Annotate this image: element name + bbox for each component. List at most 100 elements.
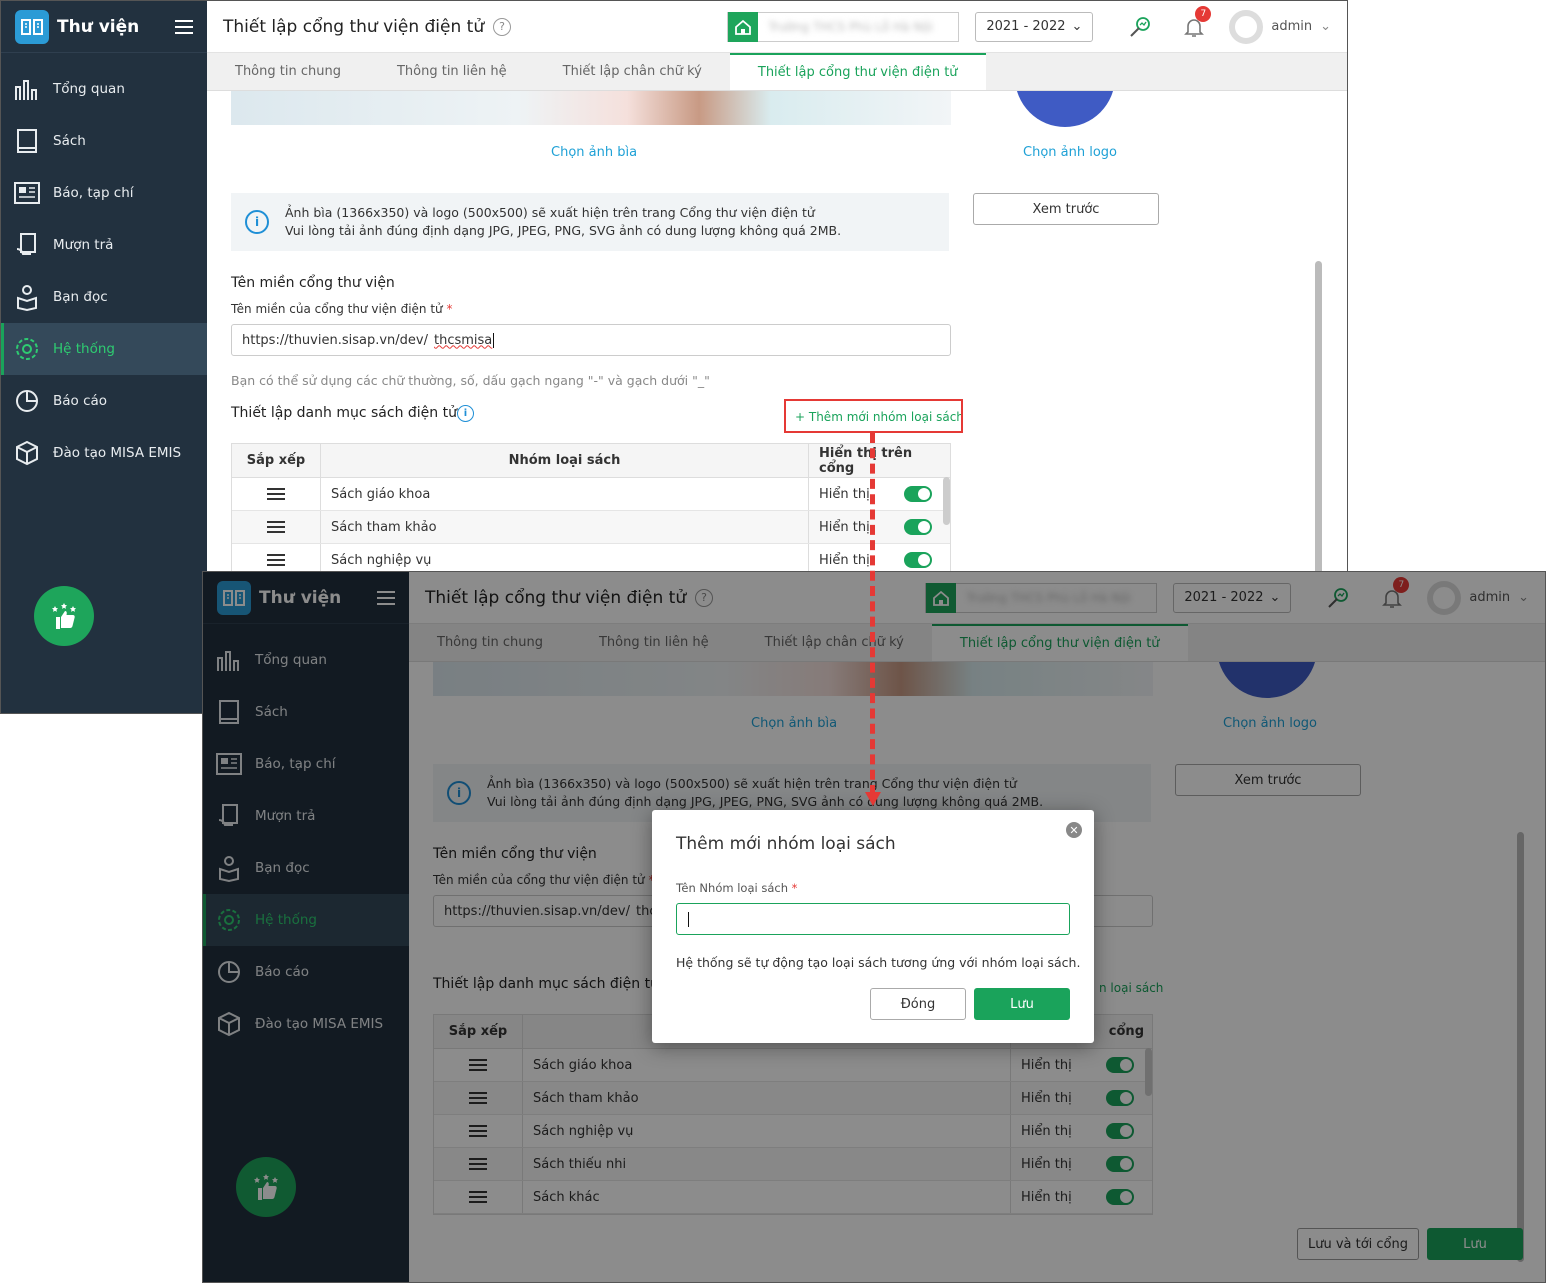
sidebar-item-overview[interactable]: Tổng quan: [1, 63, 207, 115]
top-bar: Thiết lập cổng thư viện điện tử ? Trường…: [207, 1, 1347, 53]
display-toggle[interactable]: [1106, 1057, 1134, 1073]
tab-signature[interactable]: Thiết lập chân chữ ký: [737, 624, 932, 661]
book-group-name-input[interactable]: [676, 903, 1070, 935]
feedback-thumbs-up-icon[interactable]: [34, 586, 94, 646]
choose-logo-link[interactable]: Chọn ảnh logo: [1023, 145, 1117, 160]
footer-save-button[interactable]: Lưu: [1427, 1228, 1523, 1260]
sidebar-item-magazines[interactable]: Báo, tạp chí: [1, 167, 207, 219]
help-icon[interactable]: ?: [493, 17, 512, 36]
sidebar-item-label: Sách: [255, 704, 288, 720]
menu-toggle-icon[interactable]: [377, 590, 395, 605]
table-scrollbar[interactable]: [1145, 1048, 1152, 1096]
choose-cover-link[interactable]: Chọn ảnh bìa: [551, 145, 637, 160]
domain-input[interactable]: https://thuvien.sisap.vn/dev/ thcsmisa: [231, 324, 951, 356]
choose-cover-link[interactable]: Chọn ảnh bìa: [751, 716, 837, 731]
tab-general-info[interactable]: Thông tin chung: [409, 624, 571, 661]
catalog-section-title: Thiết lập danh mục sách điện tử: [231, 405, 457, 421]
sidebar-item-readers[interactable]: Bạn đọc: [1, 271, 207, 323]
sidebar-item-system[interactable]: Hệ thống: [1, 323, 207, 375]
tab-general-info[interactable]: Thông tin chung: [207, 53, 369, 90]
display-toggle[interactable]: [1106, 1090, 1134, 1106]
preview-button[interactable]: Xem trước: [1175, 764, 1361, 796]
drag-handle-icon[interactable]: [469, 1125, 487, 1137]
info-icon[interactable]: i: [457, 405, 474, 422]
text-caret: [688, 912, 689, 927]
tab-library-portal[interactable]: Thiết lập cổng thư viện điện tử: [931, 624, 1188, 661]
menu-toggle-icon[interactable]: [175, 19, 193, 34]
user-name[interactable]: admin: [1469, 590, 1510, 605]
school-selector[interactable]: Trường THCS Phù Lỗ Hà Nội: [925, 582, 1158, 613]
choose-logo-link[interactable]: Chọn ảnh logo: [1223, 716, 1317, 731]
bell-icon[interactable]: 7: [1377, 576, 1410, 613]
table-scrollbar[interactable]: [943, 477, 950, 525]
display-toggle[interactable]: [904, 486, 932, 502]
sidebar-item-training[interactable]: Đào tạo MISA EMIS: [1, 427, 207, 479]
drag-handle-icon[interactable]: [469, 1158, 487, 1170]
save-and-go-button[interactable]: Lưu và tới cổng: [1297, 1228, 1419, 1260]
search-tool-icon[interactable]: [1323, 583, 1353, 613]
preview-button[interactable]: Xem trước: [973, 193, 1159, 225]
sidebar-item-system[interactable]: Hệ thống: [203, 894, 409, 946]
avatar[interactable]: [1229, 9, 1264, 44]
tab-signature[interactable]: Thiết lập chân chữ ký: [535, 53, 730, 90]
info-box: i Ảnh bìa (1366x350) và logo (500x500) s…: [231, 193, 949, 251]
sidebar-item-training[interactable]: Đào tạo MISA EMIS: [203, 998, 409, 1050]
drag-handle-icon[interactable]: [469, 1059, 487, 1071]
sidebar-item-label: Đào tạo MISA EMIS: [53, 445, 182, 461]
dialog-note: Hệ thống sẽ tự động tạo loại sách tương …: [676, 955, 1081, 970]
display-label: Hiển thị: [819, 519, 870, 535]
arrow-line: [870, 433, 875, 795]
drag-handle-icon[interactable]: [469, 1191, 487, 1203]
sidebar-item-overview[interactable]: Tổng quan: [203, 634, 409, 686]
chevron-down-icon[interactable]: ⌄: [1320, 19, 1331, 34]
page-scrollbar[interactable]: [1517, 832, 1524, 1262]
help-icon[interactable]: ?: [695, 588, 714, 607]
school-year-select[interactable]: 2021 - 2022 ⌄: [975, 11, 1094, 42]
display-toggle[interactable]: [1106, 1189, 1134, 1205]
brand: Thư viện: [203, 572, 409, 624]
user-name[interactable]: admin: [1271, 19, 1312, 34]
sidebar-item-borrow[interactable]: Mượn trả: [1, 219, 207, 271]
display-toggle[interactable]: [904, 519, 932, 535]
sidebar-item-borrow[interactable]: Mượn trả: [203, 790, 409, 842]
tab-bar: Thông tin chung Thông tin liên hệ Thiết …: [409, 624, 1545, 662]
avatar[interactable]: [1427, 580, 1462, 615]
sidebar-item-label: Bạn đọc: [255, 860, 310, 876]
save-button[interactable]: Lưu: [974, 988, 1070, 1020]
sidebar-item-readers[interactable]: Bạn đọc: [203, 842, 409, 894]
drag-handle-icon[interactable]: [469, 1092, 487, 1104]
close-icon[interactable]: ✕: [1066, 822, 1082, 838]
table-row: Sách giáo khoa Hiển thị: [232, 478, 950, 511]
drag-handle-icon[interactable]: [267, 521, 285, 533]
sidebar-item-books[interactable]: Sách: [1, 115, 207, 167]
school-selector[interactable]: Trường THCS Phù Lỗ Hà Nội: [727, 11, 960, 42]
add-book-group-dialog: Thêm mới nhóm loại sách ✕ Tên Nhóm loại …: [652, 810, 1094, 1043]
feedback-thumbs-up-icon[interactable]: [236, 1157, 296, 1217]
display-label: Hiển thị: [819, 552, 870, 568]
drag-handle-icon[interactable]: [267, 554, 285, 566]
search-tool-icon[interactable]: [1125, 12, 1155, 42]
brand: Thư viện: [1, 1, 207, 53]
display-toggle[interactable]: [1106, 1123, 1134, 1139]
sidebar-item-books[interactable]: Sách: [203, 686, 409, 738]
bell-icon[interactable]: 7: [1179, 5, 1212, 42]
chevron-down-icon: ⌄: [1071, 19, 1083, 34]
tab-library-portal[interactable]: Thiết lập cổng thư viện điện tử: [729, 53, 986, 90]
tab-contact-info[interactable]: Thông tin liên hệ: [369, 53, 535, 90]
tab-contact-info[interactable]: Thông tin liên hệ: [571, 624, 737, 661]
school-year-select[interactable]: 2021 - 2022 ⌄: [1173, 582, 1292, 613]
arrow-head-icon: [865, 792, 881, 806]
sidebar-item-reports[interactable]: Báo cáo: [1, 375, 207, 427]
close-button[interactable]: Đóng: [870, 988, 966, 1020]
sidebar-item-reports[interactable]: Báo cáo: [203, 946, 409, 998]
book-group-name: Sách khác: [523, 1181, 1011, 1213]
display-toggle[interactable]: [904, 552, 932, 568]
chevron-down-icon[interactable]: ⌄: [1518, 590, 1529, 605]
add-book-group-link[interactable]: n loại sách: [1099, 981, 1163, 995]
display-toggle[interactable]: [1106, 1156, 1134, 1172]
sidebar-item-magazines[interactable]: Báo, tạp chí: [203, 738, 409, 790]
cube-icon: [218, 1011, 240, 1037]
drag-handle-icon[interactable]: [267, 488, 285, 500]
chevron-down-icon: ⌄: [1269, 590, 1281, 605]
sidebar-item-label: Tổng quan: [53, 81, 125, 97]
